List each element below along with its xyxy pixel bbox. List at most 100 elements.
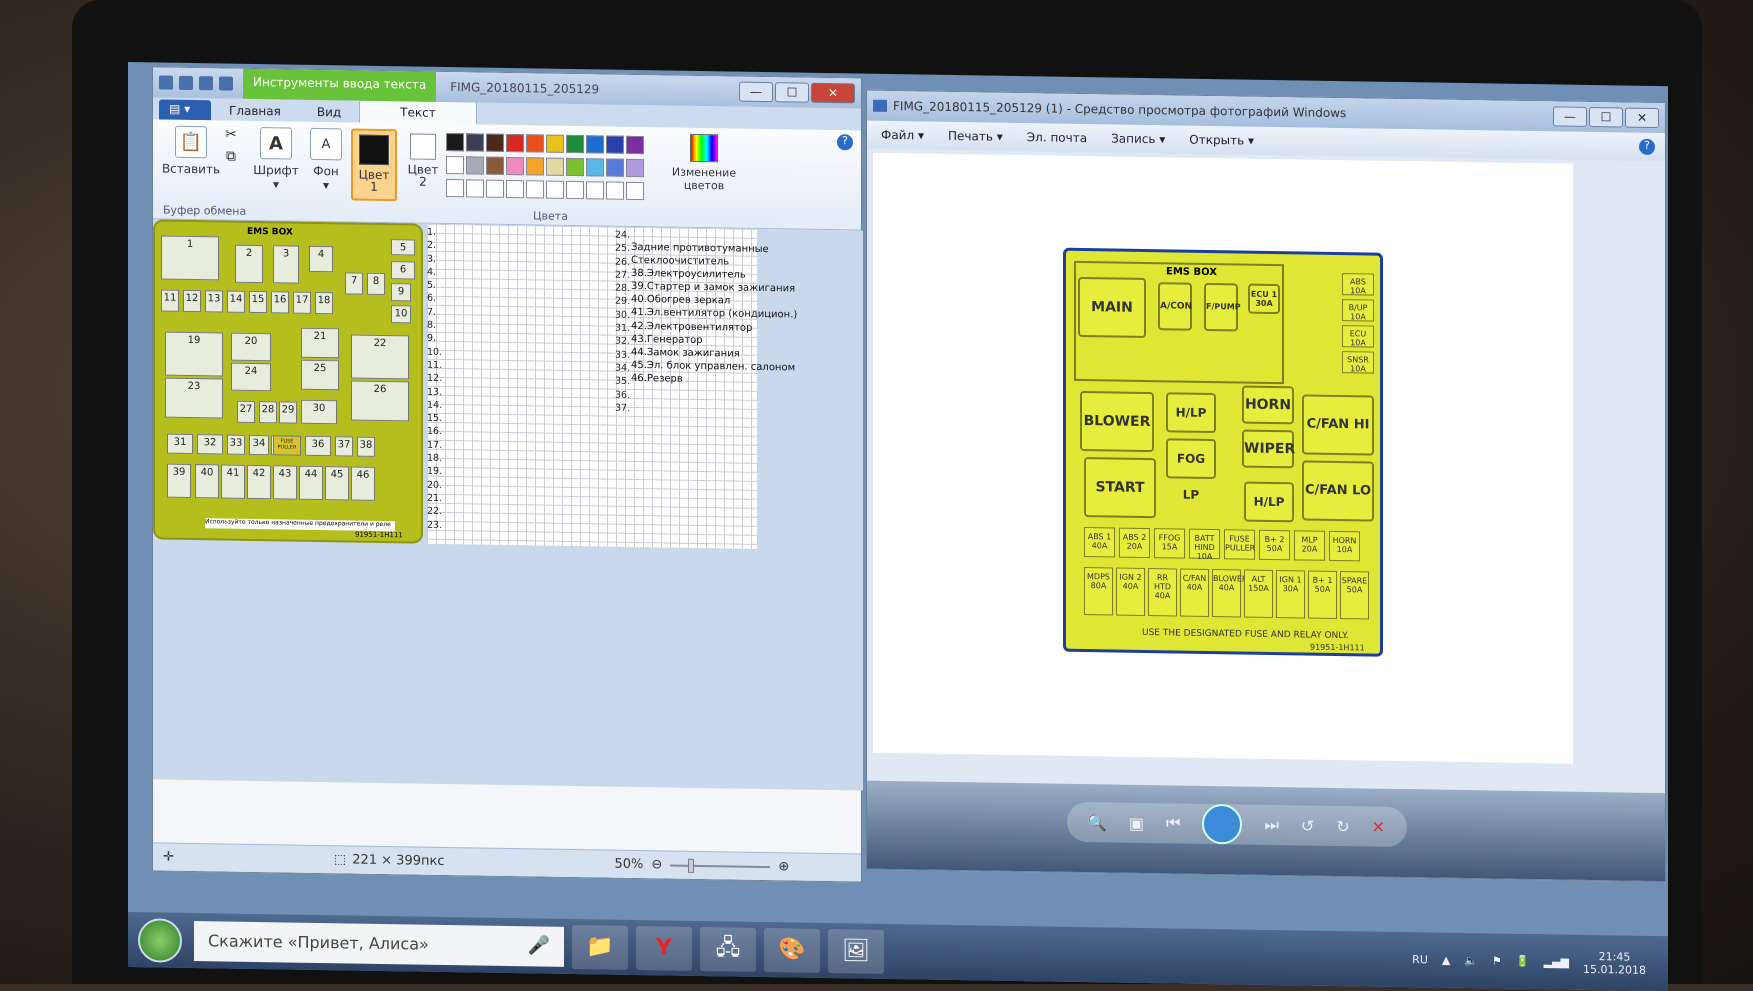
actual-size-icon[interactable]: ▣ (1129, 813, 1144, 832)
minimize-button[interactable]: — (1553, 106, 1587, 127)
copy-icon[interactable]: ⧉ (221, 148, 241, 165)
zoom-icon[interactable]: 🔍 (1087, 813, 1107, 832)
save-icon[interactable] (179, 75, 193, 91)
palette-color-swatch[interactable] (466, 156, 484, 175)
clock[interactable]: 21:45 15.01.2018 (1583, 949, 1646, 977)
action-center-icon[interactable]: ⚑ (1492, 954, 1502, 967)
next-icon[interactable]: ⏭ (1264, 815, 1278, 835)
previous-icon[interactable]: ⏮ (1166, 813, 1180, 833)
cut-icon[interactable]: ✂ (221, 126, 241, 143)
edit-colors-button[interactable]: Изменение цветов (669, 133, 739, 192)
custom-color-slot[interactable] (546, 180, 564, 199)
cut-copy-buttons[interactable]: ✂ ⧉ (221, 126, 241, 165)
palette-color-swatch[interactable] (606, 158, 624, 177)
delete-icon[interactable]: ✕ (1372, 817, 1385, 836)
fuse-slot: 6 (391, 261, 415, 280)
color2-button[interactable]: Цвет 2 (403, 129, 443, 189)
palette-color-swatch[interactable] (506, 156, 524, 176)
palette-color-swatch[interactable] (586, 158, 604, 177)
rotate-left-icon[interactable]: ↺ (1301, 816, 1314, 835)
palette-color-swatch[interactable] (506, 133, 524, 153)
slideshow-button[interactable] (1202, 803, 1243, 845)
palette-color-swatch[interactable] (546, 157, 564, 176)
palette-color-swatch[interactable] (546, 134, 564, 153)
palette-color-swatch[interactable] (446, 132, 464, 152)
custom-color-slot[interactable] (466, 179, 484, 198)
palette-color-swatch[interactable] (606, 135, 624, 154)
line-number: 19. (427, 466, 443, 478)
custom-color-slot[interactable] (606, 181, 624, 200)
tab-text[interactable]: Текст (359, 99, 477, 125)
fuse-ecu1: ECU 1 30A (1248, 283, 1280, 315)
paint-canvas-area: EMS BOX Используйте только назначенные п… (153, 219, 863, 791)
fuse-notes-text[interactable]: Задние противотуманные Стеклоочиститель 38… (631, 241, 797, 388)
volume-icon[interactable]: 🔈 (1464, 954, 1478, 967)
menu-email[interactable]: Эл. почта (1027, 130, 1087, 145)
custom-color-slot[interactable] (566, 180, 584, 200)
paste-button[interactable]: 📋 Вставить (161, 125, 221, 177)
alice-search-box[interactable]: Скажите «Привет, Алиса» 🎤 (194, 920, 564, 967)
menu-burn[interactable]: Запись ▾ (1111, 131, 1165, 146)
photo-viewer-taskbar-icon[interactable]: 🖼 (828, 928, 884, 974)
fuse-slot: 24 (231, 362, 271, 392)
yandex-browser-icon[interactable]: Y (636, 925, 692, 971)
signal-icon[interactable]: ▂▄▆ (1544, 955, 1569, 968)
palette-color-swatch[interactable] (566, 157, 584, 177)
palette-color-swatch[interactable] (526, 134, 544, 153)
redo-icon[interactable] (219, 76, 233, 91)
custom-color-slot[interactable] (486, 179, 504, 198)
menu-print[interactable]: Печать ▾ (948, 129, 1003, 144)
paint-app-icon[interactable] (159, 75, 173, 90)
close-button[interactable]: ✕ (1625, 107, 1659, 129)
zoom-out-button[interactable]: ⊖ (651, 857, 662, 872)
fuse-puller-slot: FUSE PULLER (273, 435, 301, 456)
show-hidden-icons-icon[interactable]: ▲ (1442, 954, 1450, 967)
line-number: 26. (615, 256, 631, 268)
palette-color-swatch[interactable] (586, 135, 604, 154)
custom-color-slot[interactable] (626, 181, 644, 201)
palette-color-swatch[interactable] (626, 158, 644, 178)
custom-color-slot[interactable] (506, 179, 524, 199)
font-button[interactable]: A Шрифт ▾ (253, 127, 299, 192)
minimize-button[interactable]: — (739, 81, 773, 103)
fusebox-image[interactable]: EMS BOX Используйте только назначенные п… (153, 219, 423, 544)
language-indicator[interactable]: RU (1412, 953, 1428, 966)
menu-open[interactable]: Открыть ▾ (1189, 133, 1254, 148)
zoom-in-button[interactable]: ⊕ (778, 859, 789, 874)
zoom-slider[interactable] (670, 858, 771, 873)
zoom-slider-thumb[interactable] (688, 858, 695, 873)
palette-color-swatch[interactable] (466, 133, 484, 152)
start-button[interactable] (138, 917, 182, 963)
maximize-button[interactable]: ☐ (775, 82, 809, 103)
tab-view[interactable]: Вид (299, 102, 359, 123)
close-button[interactable]: ✕ (811, 82, 855, 104)
line-number: 25. (615, 242, 631, 255)
rotate-right-icon[interactable]: ↻ (1336, 816, 1349, 835)
microphone-icon[interactable]: 🎤 (528, 935, 550, 956)
clipboard-icon: 📋 (175, 125, 207, 159)
palette-color-swatch[interactable] (626, 135, 644, 155)
network-icon[interactable]: 🖧 (700, 926, 756, 972)
paint-menu-button[interactable]: ▤ ▾ (159, 99, 211, 121)
fuse-slot: 44 (299, 465, 323, 501)
help-icon[interactable]: ? (1639, 138, 1655, 155)
custom-color-slot[interactable] (446, 178, 464, 198)
paint-taskbar-icon[interactable]: 🎨 (764, 927, 820, 973)
color1-button[interactable]: Цвет 1 (351, 128, 397, 202)
explorer-icon[interactable]: 📁 (572, 924, 628, 970)
tab-home[interactable]: Главная (211, 100, 299, 121)
palette-color-swatch[interactable] (526, 157, 544, 176)
background-button[interactable]: A Фон ▾ (305, 127, 347, 193)
palette-color-swatch[interactable] (486, 156, 504, 175)
palette-color-swatch[interactable] (446, 155, 464, 175)
maximize-button[interactable]: ☐ (1589, 106, 1623, 128)
custom-color-slot[interactable] (586, 181, 604, 200)
palette-color-swatch[interactable] (486, 133, 504, 152)
palette-color-swatch[interactable] (566, 134, 584, 154)
menu-file[interactable]: Файл ▾ (881, 128, 924, 143)
power-icon[interactable]: 🔋 (1516, 955, 1530, 968)
undo-icon[interactable] (199, 76, 213, 91)
relay-cfanhi: C/FAN HI (1302, 394, 1374, 456)
custom-color-slot[interactable] (526, 180, 544, 199)
help-icon[interactable]: ? (837, 134, 853, 151)
